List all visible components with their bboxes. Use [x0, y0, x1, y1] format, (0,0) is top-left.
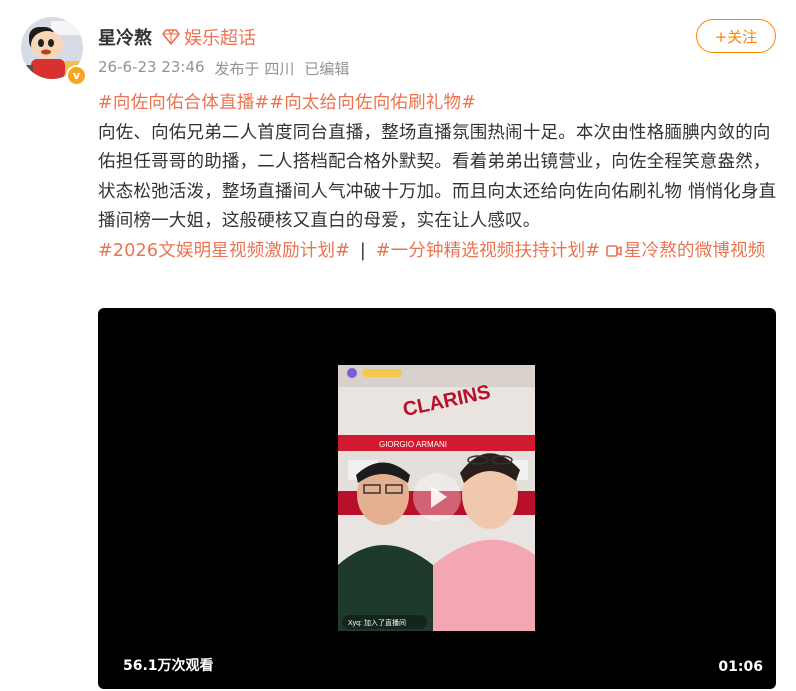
hashtag-link[interactable]: #向太给向佐向佑刷礼物#: [269, 93, 476, 113]
hashtag-link[interactable]: #一分钟精选视频扶持计划#: [376, 241, 600, 261]
video-source-link[interactable]: 星冷熬的微博视频: [606, 241, 766, 261]
super-topic-link[interactable]: 娱乐超话: [162, 24, 256, 50]
post-location: 发布于 四川: [214, 60, 295, 78]
video-player[interactable]: CLARINS GIORGIO ARMANI Xyq: 加入了直播间 56.1万…: [98, 308, 776, 689]
video-duration: 01:06: [718, 659, 763, 675]
super-topic-label: 娱乐超话: [184, 28, 256, 49]
video-link-icon: [606, 244, 622, 257]
post-timestamp[interactable]: 26-6-23 23:46: [98, 58, 205, 79]
diamond-icon: [162, 29, 180, 45]
live-comment: Xyq: 加入了直播间: [348, 618, 406, 627]
post-meta: 26-6-23 23:46 发布于 四川 已编辑: [98, 58, 349, 79]
hashtag-link[interactable]: #2026文娱明星视频激励计划#: [98, 241, 350, 261]
video-link-label: 星冷熬的微博视频: [623, 240, 766, 261]
store-sign-2: GIORGIO ARMANI: [379, 440, 447, 449]
follow-button[interactable]: +关注: [696, 19, 776, 53]
post-body-text: 向佐、向佑兄弟二人首度同台直播，整场直播氛围热闹十足。本次由性格腼腆内敛的向佑担…: [98, 122, 777, 232]
tag-separator: |: [359, 240, 366, 261]
author-name[interactable]: 星冷熬: [98, 24, 152, 50]
verified-badge-icon: v: [66, 65, 87, 86]
edited-label[interactable]: 已编辑: [304, 58, 349, 79]
view-count: 56.1万次观看: [123, 658, 214, 674]
play-icon[interactable]: [413, 473, 461, 521]
hashtag-link[interactable]: #向佐向佑合体直播#: [98, 93, 269, 113]
post-content: #向佐向佑合体直播##向太给向佐向佑刷礼物# 向佐、向佑兄弟二人首度同台直播，整…: [98, 89, 778, 266]
